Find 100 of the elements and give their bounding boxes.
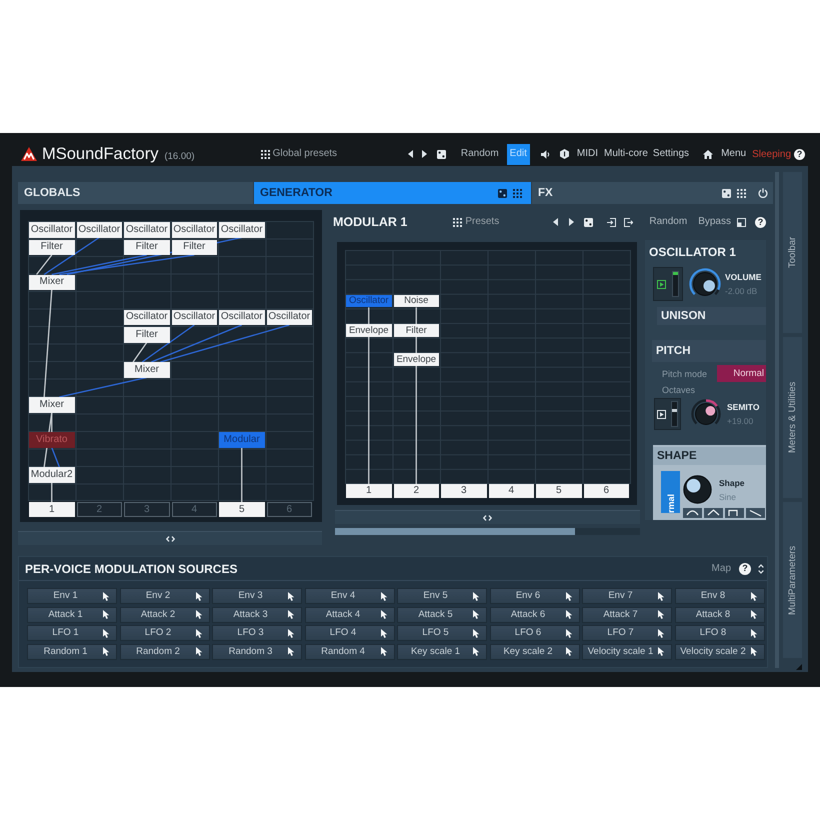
mod-source-button[interactable]: Key scale 2	[490, 644, 580, 660]
side-panel-tab[interactable]: Meters & Utilities	[783, 337, 802, 498]
side-panel-tab[interactable]: MultiParameters	[783, 502, 802, 658]
mod-source-button[interactable]: LFO 1	[27, 625, 117, 641]
fader-track[interactable]	[672, 271, 679, 297]
mode-dropdown[interactable]: Normal	[717, 365, 766, 382]
mod-source-button[interactable]: Velocity scale 2	[674, 644, 764, 660]
mod-source-button[interactable]: LFO 5	[397, 625, 487, 641]
output-slot[interactable]: 5	[219, 502, 264, 517]
square-wave-icon[interactable]	[725, 508, 744, 518]
up-down-chevron-icon[interactable]	[758, 564, 764, 574]
shape-knob[interactable]	[683, 475, 712, 504]
module-node[interactable]: Oscillator	[124, 310, 170, 325]
fader-thumb[interactable]	[672, 409, 677, 412]
mod-source-button[interactable]: Attack 7	[582, 606, 672, 622]
mod-source-button[interactable]: LFO 3	[212, 625, 302, 641]
random-button[interactable]: Random	[649, 217, 688, 227]
random-button[interactable]: Random	[460, 149, 499, 159]
mod-source-button[interactable]: Velocity scale 1	[582, 644, 672, 660]
caret-left-icon[interactable]	[408, 150, 413, 158]
triangle-wave-icon[interactable]	[704, 508, 723, 518]
knob-pointer[interactable]	[706, 406, 716, 416]
resize-grip-icon[interactable]	[796, 664, 802, 670]
speaker-icon[interactable]	[540, 150, 550, 158]
module-node[interactable]: Oscillator	[219, 222, 264, 238]
grid-icon[interactable]	[453, 218, 462, 226]
dice-icon[interactable]	[584, 218, 594, 226]
mod-source-button[interactable]: Attack 4	[304, 606, 394, 622]
grid-icon[interactable]	[737, 188, 746, 198]
output-slot[interactable]: 4	[488, 484, 534, 498]
mod-source-button[interactable]: Attack 5	[397, 606, 487, 622]
play-icon[interactable]	[657, 280, 666, 288]
mod-source-button[interactable]: Env 7	[582, 588, 672, 604]
saw-wave-icon[interactable]	[746, 508, 765, 518]
mod-source-button[interactable]: LFO 4	[304, 625, 394, 641]
midi-button[interactable]: MIDI	[576, 149, 598, 159]
mod-source-button[interactable]: Random 3	[212, 644, 302, 660]
mode-tab[interactable]: rmal	[661, 471, 680, 513]
section-tab[interactable]: FX	[532, 182, 773, 204]
mod-source-button[interactable]: Random 4	[304, 644, 394, 660]
module-node[interactable]: Oscillator	[266, 310, 312, 325]
module-node[interactable]: Oscillator	[29, 222, 74, 238]
module-node[interactable]: Oscillator	[172, 222, 217, 238]
module-node[interactable]: Oscillator	[219, 310, 264, 325]
module-node[interactable]: Oscillator	[172, 310, 217, 325]
output-slot[interactable]: 1	[29, 502, 74, 517]
module-node[interactable]: Filter	[124, 240, 170, 255]
multi-core-button[interactable]: Multi-core	[604, 149, 648, 159]
module-node[interactable]: Mixer	[29, 397, 74, 412]
help-button[interactable]: ?	[794, 148, 805, 160]
mod-source-button[interactable]: Env 4	[304, 588, 394, 604]
mod-source-button[interactable]: Env 8	[674, 588, 764, 604]
output-slot[interactable]: 5	[536, 484, 582, 498]
module-node[interactable]: Mixer	[29, 274, 74, 290]
home-icon[interactable]	[703, 150, 714, 158]
map-button[interactable]: Map	[712, 564, 731, 574]
mod-source-button[interactable]: LFO 6	[490, 625, 580, 641]
power-icon[interactable]	[758, 188, 768, 198]
output-slot[interactable]: 2	[394, 484, 439, 498]
section-tab[interactable]: GENERATOR	[254, 182, 531, 204]
fader-thumb[interactable]	[673, 272, 678, 275]
mod-source-button[interactable]: Env 3	[212, 588, 302, 604]
mod-source-button[interactable]: Env 1	[27, 588, 117, 604]
mod-source-button[interactable]: LFO 2	[120, 625, 210, 641]
mod-source-button[interactable]: LFO 7	[582, 625, 672, 641]
horizontal-scrollbar[interactable]	[335, 528, 640, 535]
scrollbar-thumb[interactable]	[335, 528, 575, 535]
module-node[interactable]: Noise	[394, 294, 439, 308]
help-button[interactable]: ?	[755, 216, 766, 228]
mod-source-button[interactable]: Attack 2	[120, 606, 210, 622]
section-tab[interactable]: GLOBALS	[18, 182, 253, 204]
dice-icon[interactable]	[498, 188, 507, 198]
bypass-button[interactable]: Bypass	[698, 217, 731, 227]
presets-button[interactable]: Global presets	[260, 149, 338, 159]
hexagon-icon[interactable]	[560, 149, 569, 159]
grid-icon[interactable]	[260, 150, 270, 158]
mod-source-button[interactable]: Attack 6	[490, 606, 580, 622]
module-node[interactable]: Oscillator	[76, 222, 122, 238]
menu-button[interactable]: Menu	[721, 149, 746, 159]
import-icon[interactable]	[607, 218, 616, 226]
sine-wave-icon[interactable]	[683, 508, 702, 518]
caret-right-icon[interactable]	[569, 218, 574, 226]
module-node[interactable]: Filter	[394, 324, 439, 337]
module-node[interactable]: Filter	[124, 327, 170, 342]
caret-left-icon[interactable]	[553, 218, 558, 226]
output-slot[interactable]: 6	[584, 484, 629, 498]
export-icon[interactable]	[624, 218, 634, 226]
mod-source-button[interactable]: Env 2	[120, 588, 210, 604]
help-button[interactable]: ?	[739, 562, 751, 574]
mod-source-button[interactable]: Key scale 1	[397, 644, 487, 660]
side-panel-tab[interactable]: Toolbar	[783, 172, 802, 333]
window-icon[interactable]	[737, 218, 746, 226]
output-slot[interactable]: 1	[346, 484, 392, 498]
dice-icon[interactable]	[722, 188, 731, 198]
caret-right-icon[interactable]	[422, 150, 427, 158]
mod-source-button[interactable]: Attack 8	[674, 606, 764, 622]
mod-source-button[interactable]: Env 6	[490, 588, 580, 604]
presets-button[interactable]: Presets	[453, 217, 500, 227]
module-node[interactable]: Filter	[172, 240, 217, 255]
mod-source-button[interactable]: Env 5	[397, 588, 487, 604]
